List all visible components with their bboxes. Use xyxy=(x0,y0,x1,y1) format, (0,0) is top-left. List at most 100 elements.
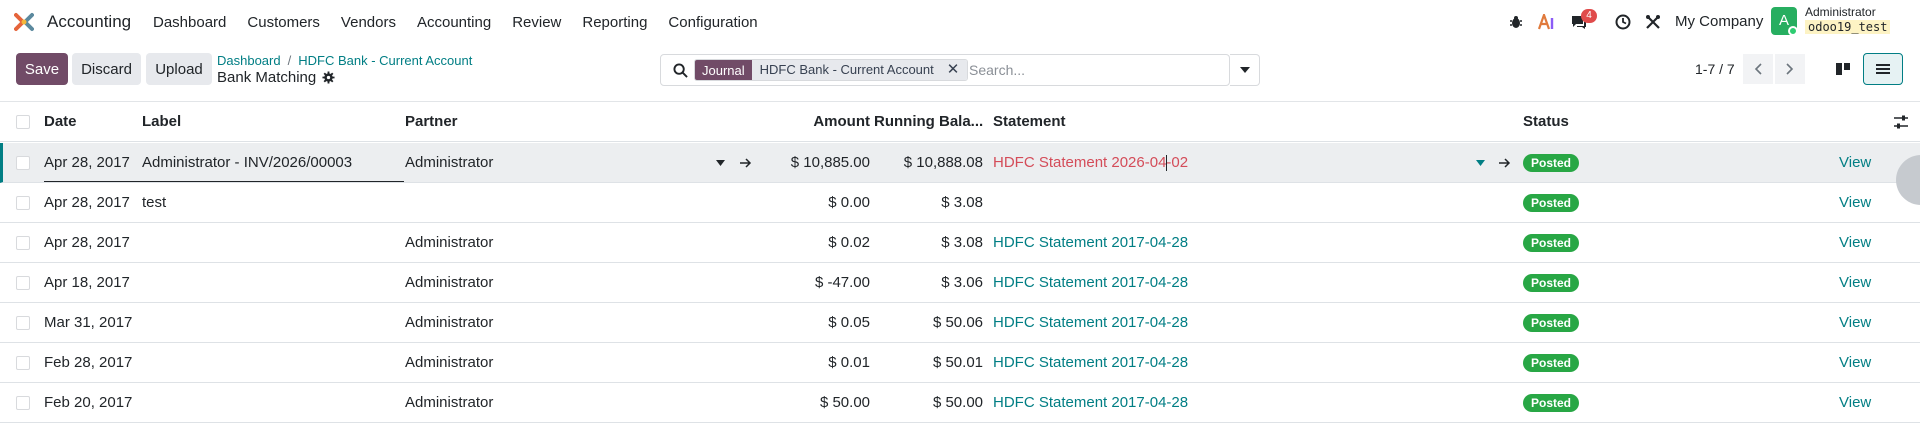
row-partner[interactable]: Administrator xyxy=(405,263,695,303)
tools-icon[interactable] xyxy=(1643,12,1663,32)
search-options-toggle[interactable] xyxy=(1230,54,1260,86)
table-row[interactable]: Apr 28, 2017 Administrator $ 0.02 $ 3.08 HDF… xyxy=(0,223,1920,263)
arrow-right-icon[interactable] xyxy=(1496,155,1512,171)
save-button[interactable]: Save xyxy=(16,53,68,85)
row-label[interactable] xyxy=(142,303,397,343)
accounting-logo-icon[interactable] xyxy=(14,12,34,32)
row-partner[interactable]: Administrator xyxy=(405,343,695,383)
column-statement[interactable]: Statement xyxy=(993,102,1066,142)
ai-icon[interactable] xyxy=(1537,12,1557,32)
kanban-view-button[interactable] xyxy=(1823,53,1863,85)
clock-icon[interactable] xyxy=(1613,12,1633,32)
menu-dashboard[interactable]: Dashboard xyxy=(153,14,226,31)
row-partner[interactable]: Administrator xyxy=(405,143,695,183)
table-row[interactable]: Mar 31, 2017 Administrator $ 0.05 $ 50.06 HD… xyxy=(0,303,1920,343)
row-statement[interactable]: HDFC Statement 2017-04-28 xyxy=(993,343,1463,383)
table-row[interactable]: Apr 28, 2017 Administrator - INV/2026/000… xyxy=(0,143,1920,183)
app-name[interactable]: Accounting xyxy=(47,12,131,32)
upload-button[interactable]: Upload xyxy=(146,53,212,85)
table-row[interactable]: Feb 20, 2017 Administrator $ 50.00 $ 50.00 H… xyxy=(0,383,1920,423)
menu-accounting[interactable]: Accounting xyxy=(417,14,491,31)
gear-icon[interactable] xyxy=(322,71,335,84)
settings-adjust-icon[interactable] xyxy=(1893,114,1909,134)
row-label[interactable] xyxy=(142,343,397,383)
row-amount[interactable]: $ -47.00 xyxy=(760,263,870,303)
row-date[interactable]: Apr 18, 2017 xyxy=(44,263,130,303)
row-date[interactable]: Feb 28, 2017 xyxy=(44,343,132,383)
row-date[interactable]: Apr 28, 2017 xyxy=(44,223,130,263)
menu-reporting[interactable]: Reporting xyxy=(582,14,647,31)
row-partner[interactable] xyxy=(405,183,695,223)
menu-vendors[interactable]: Vendors xyxy=(341,14,396,31)
column-running-balance[interactable]: Running Bala... xyxy=(874,102,983,142)
row-partner[interactable]: Administrator xyxy=(405,223,695,263)
row-label[interactable] xyxy=(142,263,397,303)
menu-customers[interactable]: Customers xyxy=(247,14,320,31)
row-label[interactable] xyxy=(142,383,397,423)
caret-down-icon[interactable] xyxy=(1472,155,1488,171)
caret-down-icon[interactable] xyxy=(712,155,728,171)
row-checkbox[interactable] xyxy=(16,196,30,210)
bug-icon[interactable] xyxy=(1506,12,1526,32)
menu-review[interactable]: Review xyxy=(512,14,561,31)
company-switcher[interactable]: My Company xyxy=(1675,13,1763,30)
row-statement[interactable]: HDFC Statement 2017-04-28 xyxy=(993,223,1463,263)
view-link[interactable]: View xyxy=(1839,223,1871,263)
view-link[interactable]: View xyxy=(1839,263,1871,303)
view-link[interactable]: View xyxy=(1839,303,1871,343)
row-label[interactable]: Administrator - INV/2026/00003 xyxy=(142,143,397,183)
row-amount[interactable]: $ 50.00 xyxy=(760,383,870,423)
search-input[interactable] xyxy=(969,60,1229,80)
status-badge: Posted xyxy=(1523,314,1580,332)
row-statement[interactable] xyxy=(993,183,1463,223)
row-statement[interactable]: HDFC Statement 2017-04-28 xyxy=(993,263,1463,303)
column-status[interactable]: Status xyxy=(1523,102,1569,142)
row-amount[interactable]: $ 0.05 xyxy=(760,303,870,343)
user-name[interactable]: Administrator xyxy=(1805,5,1876,19)
menu-configuration[interactable]: Configuration xyxy=(668,14,757,31)
row-partner[interactable]: Administrator xyxy=(405,383,695,423)
presence-dot xyxy=(1788,26,1798,36)
row-statement[interactable]: HDFC Statement 2017-04-28 xyxy=(993,303,1463,343)
view-link[interactable]: View xyxy=(1839,343,1871,383)
row-amount[interactable]: $ 0.02 xyxy=(760,223,870,263)
column-amount[interactable]: Amount xyxy=(760,102,870,142)
row-checkbox[interactable] xyxy=(16,396,30,410)
row-date[interactable]: Mar 31, 2017 xyxy=(44,303,132,343)
pager-value[interactable]: 1-7 / 7 xyxy=(1695,61,1735,77)
row-checkbox[interactable] xyxy=(16,156,30,170)
row-amount[interactable]: $ 0.01 xyxy=(760,343,870,383)
pager-previous-button[interactable] xyxy=(1743,54,1773,84)
row-statement[interactable]: HDFC Statement 2017-04-28 xyxy=(993,383,1463,423)
list-view-button[interactable] xyxy=(1863,53,1903,85)
column-label[interactable]: Label xyxy=(142,102,181,142)
select-all-checkbox[interactable] xyxy=(16,115,30,129)
breadcrumb-dashboard[interactable]: Dashboard xyxy=(217,53,281,68)
column-partner[interactable]: Partner xyxy=(405,102,458,142)
table-row[interactable]: Apr 18, 2017 Administrator $ -47.00 $ 3.06 H… xyxy=(0,263,1920,303)
row-statement[interactable]: HDFC Statement 2026-04-02 xyxy=(993,143,1463,183)
row-checkbox[interactable] xyxy=(16,356,30,370)
arrow-right-icon[interactable] xyxy=(737,155,753,171)
row-date[interactable]: Apr 28, 2017 xyxy=(44,143,130,183)
row-checkbox[interactable] xyxy=(16,316,30,330)
view-link[interactable]: View xyxy=(1839,183,1871,223)
table-row[interactable]: Feb 28, 2017 Administrator $ 0.01 $ 50.01 HD… xyxy=(0,343,1920,383)
row-date[interactable]: Apr 28, 2017 xyxy=(44,183,130,223)
row-label[interactable]: test xyxy=(142,183,397,223)
row-label[interactable] xyxy=(142,223,397,263)
discard-button[interactable]: Discard xyxy=(72,53,141,85)
pager-next-button[interactable] xyxy=(1775,54,1805,84)
breadcrumb-journal[interactable]: HDFC Bank - Current Account xyxy=(298,53,472,68)
column-date[interactable]: Date xyxy=(44,102,77,142)
row-amount[interactable]: $ 0.00 xyxy=(760,183,870,223)
row-date[interactable]: Feb 20, 2017 xyxy=(44,383,132,423)
table-row[interactable]: Apr 28, 2017 test $ 0.00 $ 3.08 Posted View xyxy=(0,183,1920,223)
row-checkbox[interactable] xyxy=(16,276,30,290)
view-link[interactable]: View xyxy=(1839,143,1871,183)
row-checkbox[interactable] xyxy=(16,236,30,250)
row-amount[interactable]: $ 10,885.00 xyxy=(760,143,870,183)
view-link[interactable]: View xyxy=(1839,383,1871,423)
close-icon[interactable]: ✕ xyxy=(947,60,960,80)
row-partner[interactable]: Administrator xyxy=(405,303,695,343)
